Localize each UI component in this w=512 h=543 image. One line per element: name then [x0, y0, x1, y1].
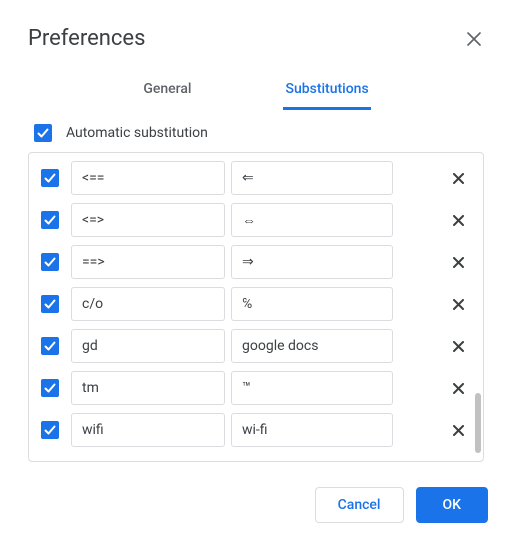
tab-general[interactable]: General — [141, 71, 193, 110]
substitutions-table — [28, 152, 484, 462]
close-icon — [453, 215, 464, 226]
auto-substitution-label: Automatic substitution — [66, 125, 208, 141]
check-icon — [43, 381, 57, 395]
remove-row-button[interactable] — [443, 247, 473, 277]
dialog-footer: Cancel OK — [315, 487, 488, 523]
row-checkbox[interactable] — [41, 253, 59, 271]
row-checkbox[interactable] — [41, 211, 59, 229]
remove-row-button[interactable] — [443, 205, 473, 235]
substitution-row — [35, 325, 477, 367]
check-icon — [36, 126, 50, 140]
check-icon — [43, 423, 57, 437]
remove-row-button[interactable] — [443, 163, 473, 193]
substitution-row — [35, 157, 477, 199]
remove-row-button[interactable] — [443, 331, 473, 361]
close-icon — [453, 341, 464, 352]
with-input[interactable] — [231, 287, 393, 321]
check-icon — [43, 297, 57, 311]
close-icon — [467, 32, 481, 46]
with-input[interactable] — [231, 413, 393, 447]
check-icon — [43, 171, 57, 185]
auto-substitution-row: Automatic substitution — [34, 124, 484, 142]
check-icon — [43, 213, 57, 227]
replace-input[interactable] — [71, 203, 225, 237]
remove-row-button[interactable] — [443, 373, 473, 403]
auto-substitution-checkbox[interactable] — [34, 124, 52, 142]
substitution-row — [35, 283, 477, 325]
remove-row-button[interactable] — [443, 415, 473, 445]
replace-input[interactable] — [71, 329, 225, 363]
remove-row-button[interactable] — [443, 289, 473, 319]
dialog-content: Automatic substitution — [0, 110, 512, 462]
tab-substitutions[interactable]: Substitutions — [283, 71, 370, 110]
row-checkbox[interactable] — [41, 421, 59, 439]
close-icon — [453, 173, 464, 184]
with-input[interactable] — [231, 203, 393, 237]
replace-input[interactable] — [71, 161, 225, 195]
replace-input[interactable] — [71, 287, 225, 321]
replace-input[interactable] — [71, 245, 225, 279]
row-checkbox[interactable] — [41, 295, 59, 313]
with-input[interactable] — [231, 329, 393, 363]
close-icon — [453, 299, 464, 310]
substitution-row — [35, 199, 477, 241]
scrollbar-thumb[interactable] — [475, 393, 481, 453]
substitution-rows — [29, 153, 483, 457]
with-input[interactable] — [231, 371, 393, 405]
check-icon — [43, 339, 57, 353]
close-icon — [453, 257, 464, 268]
replace-input[interactable] — [71, 371, 225, 405]
close-icon — [453, 383, 464, 394]
with-input[interactable] — [231, 161, 393, 195]
dialog-header: Preferences — [0, 0, 512, 59]
row-checkbox[interactable] — [41, 169, 59, 187]
preferences-dialog: Preferences General Substitutions Automa… — [0, 0, 512, 543]
cancel-button[interactable]: Cancel — [315, 487, 404, 523]
ok-button[interactable]: OK — [416, 487, 489, 523]
substitution-row — [35, 409, 477, 451]
row-checkbox[interactable] — [41, 337, 59, 355]
tabs: General Substitutions — [0, 71, 512, 110]
substitution-row — [35, 367, 477, 409]
with-input[interactable] — [231, 245, 393, 279]
row-checkbox[interactable] — [41, 379, 59, 397]
close-button[interactable] — [464, 29, 484, 49]
close-icon — [453, 425, 464, 436]
check-icon — [43, 255, 57, 269]
dialog-title: Preferences — [28, 26, 145, 51]
substitution-row — [35, 241, 477, 283]
replace-input[interactable] — [71, 413, 225, 447]
